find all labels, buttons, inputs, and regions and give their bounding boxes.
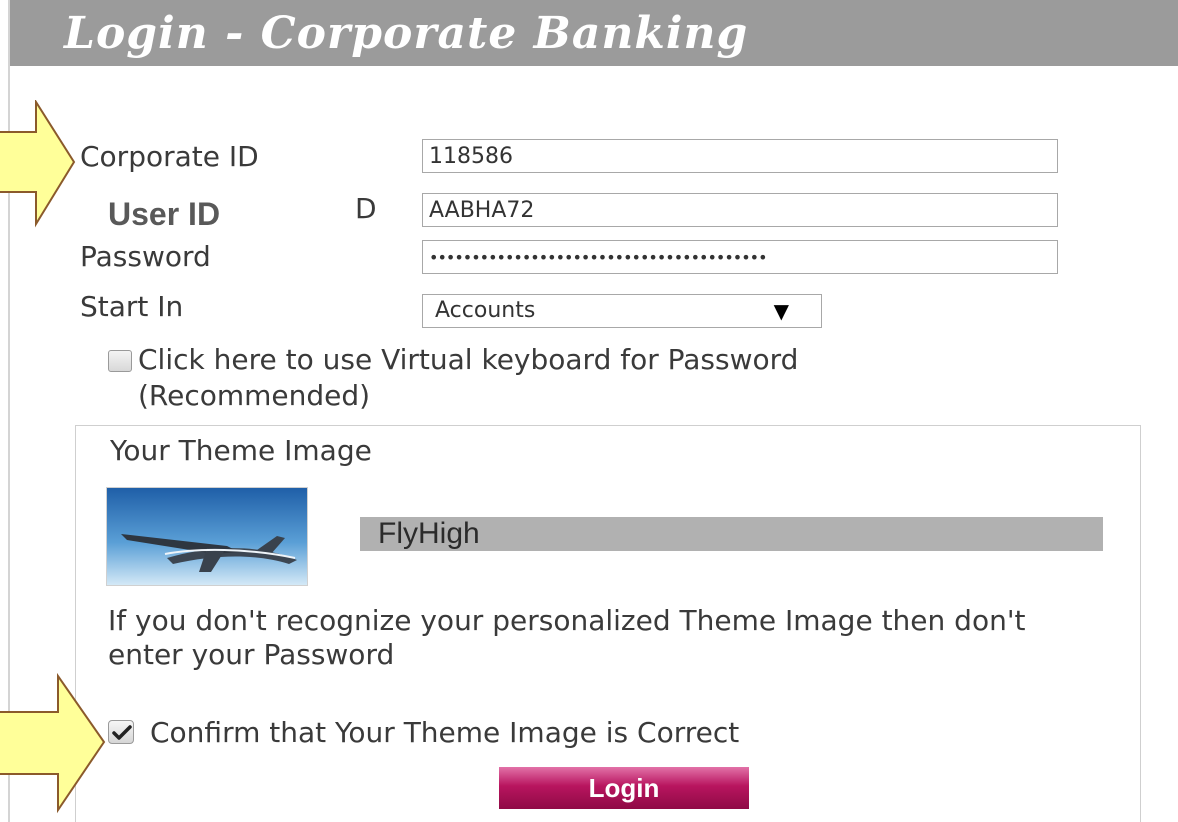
checkmark-icon xyxy=(112,725,132,740)
theme-image-graphic xyxy=(107,488,307,585)
user-id-label: User ID xyxy=(108,196,221,232)
confirm-theme-checkbox[interactable] xyxy=(108,720,134,744)
panel-header: Login - Corporate Banking xyxy=(10,0,1178,66)
confirm-theme-label[interactable]: Confirm that Your Theme Image is Correct xyxy=(150,716,739,749)
theme-name: FlyHigh xyxy=(378,517,480,550)
start-in-select[interactable]: Accounts ▼ xyxy=(422,294,822,328)
annotation-arrow-right-icon xyxy=(0,100,76,228)
airplane-sky-image xyxy=(106,487,308,586)
annotation-arrow-right-icon xyxy=(0,672,106,814)
theme-warning-text: If you don't recognize your personalized… xyxy=(108,604,1026,671)
password-input[interactable] xyxy=(422,240,1058,274)
corporate-id-label: Corporate ID xyxy=(80,140,259,173)
user-id-label-remnant: D xyxy=(355,192,377,225)
theme-name-bar: FlyHigh xyxy=(360,517,1103,551)
user-id-input[interactable] xyxy=(422,193,1058,227)
start-in-selected-value: Accounts xyxy=(435,298,536,323)
virtual-keyboard-label[interactable]: Click here to use Virtual keyboard for P… xyxy=(138,342,1038,414)
password-label: Password xyxy=(80,240,211,273)
dropdown-arrow-icon: ▼ xyxy=(773,299,789,323)
theme-image-title: Your Theme Image xyxy=(110,434,372,467)
virtual-keyboard-checkbox[interactable] xyxy=(108,350,132,372)
corporate-id-input[interactable] xyxy=(422,139,1058,173)
page-title: Login - Corporate Banking xyxy=(64,8,749,59)
login-button[interactable]: Login xyxy=(499,767,749,809)
start-in-label: Start In xyxy=(80,290,184,323)
